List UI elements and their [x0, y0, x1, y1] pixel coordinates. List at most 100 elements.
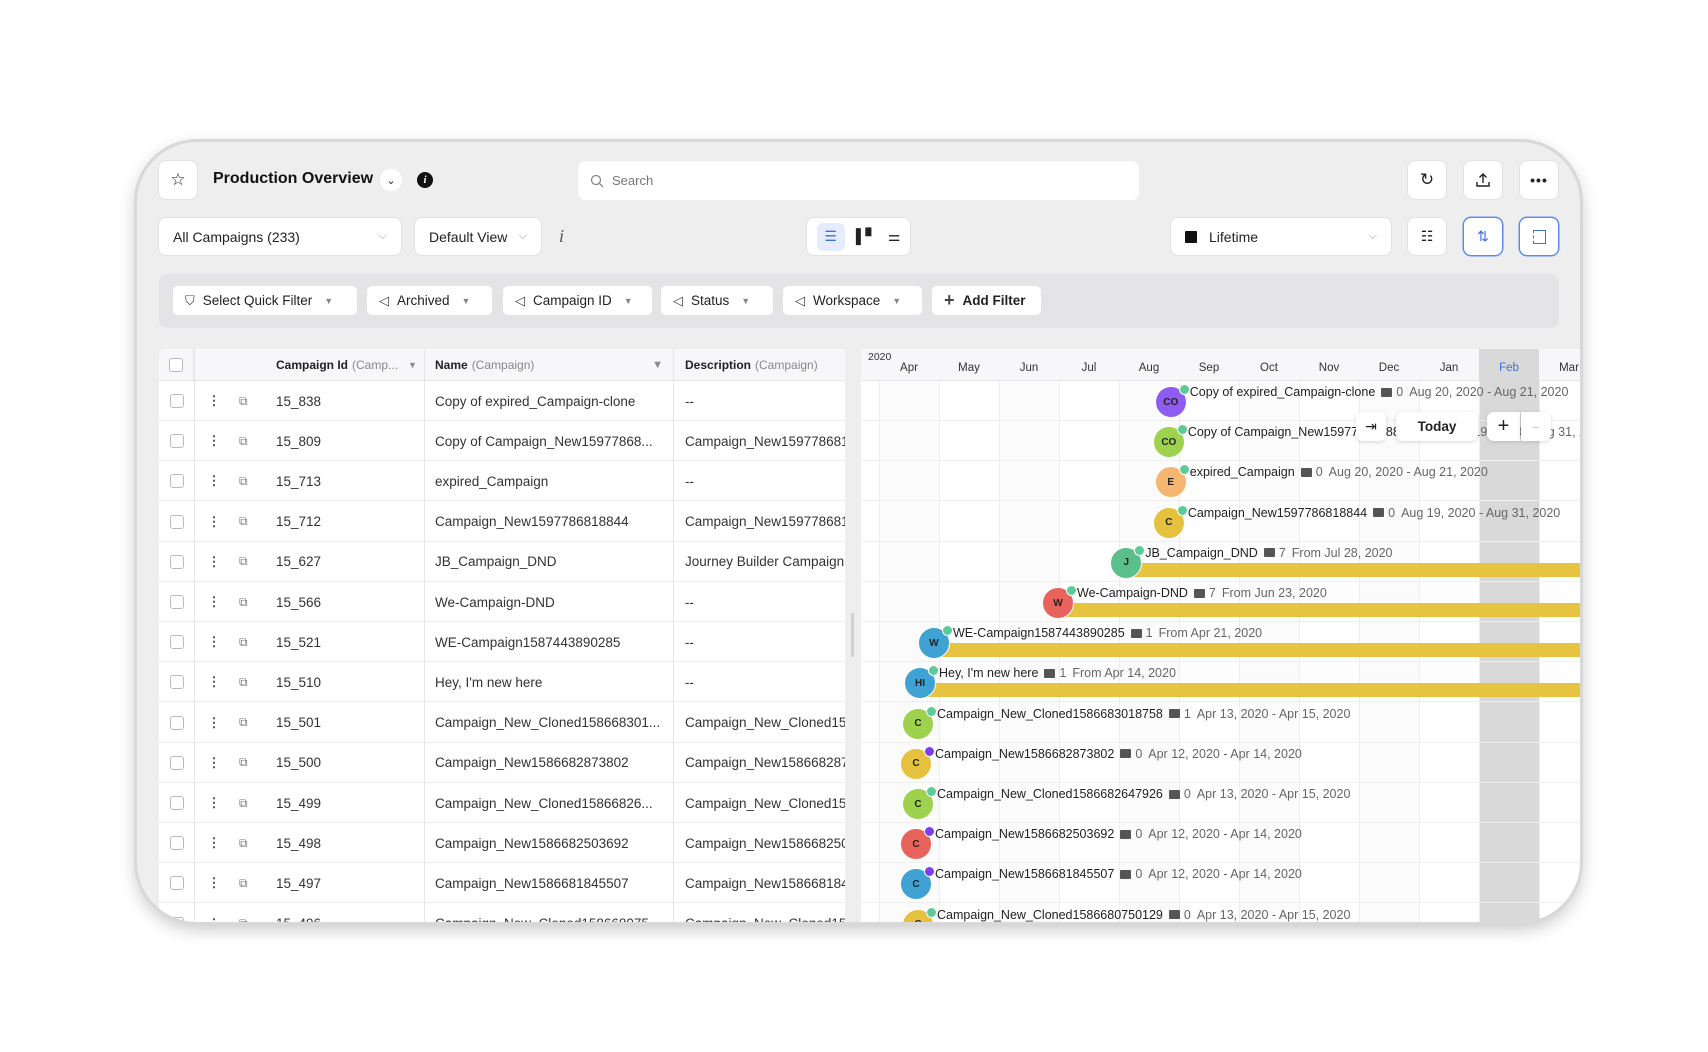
- search-input[interactable]: Search: [578, 161, 1139, 200]
- column-header-campaign-id[interactable]: Campaign Id (Camp... ▼: [276, 349, 424, 381]
- view-select[interactable]: Default View ⌵: [415, 218, 541, 255]
- campaign-label[interactable]: JB_Campaign_DND 7 From Jul 28, 2020: [1145, 546, 1392, 560]
- row-menu-button[interactable]: ⋮: [207, 542, 221, 582]
- campaign-avatar[interactable]: J: [1110, 544, 1146, 579]
- cell-name[interactable]: JB_Campaign_DND: [435, 542, 671, 582]
- table-row[interactable]: ⋮ ⧉ 15_500 Campaign_New1586682873802 Campaig…: [159, 743, 845, 783]
- filter-chip-archived[interactable]: ◁ Archived ▼: [367, 286, 492, 315]
- open-campaign-button[interactable]: ⧉: [239, 863, 257, 903]
- campaign-avatar[interactable]: W: [1042, 585, 1077, 619]
- campaign-select[interactable]: All Campaigns (233) ⌵: [159, 218, 401, 255]
- row-checkbox[interactable]: [169, 876, 184, 891]
- settings-view-button[interactable]: ⚌: [888, 228, 901, 245]
- cell-name[interactable]: Campaign_New1586682873802: [435, 743, 671, 783]
- campaign-avatar[interactable]: C: [900, 826, 935, 861]
- campaign-avatar[interactable]: C: [902, 786, 937, 820]
- row-checkbox[interactable]: [169, 394, 184, 408]
- row-menu-button[interactable]: ⋮: [207, 823, 221, 863]
- table-row[interactable]: ⋮ ⧉ 15_496 Campaign_New_Cloned158668075... C…: [159, 904, 845, 922]
- panel-resize-handle[interactable]: [851, 613, 854, 657]
- list-view-button[interactable]: ☰: [816, 222, 845, 251]
- row-checkbox[interactable]: [169, 595, 184, 609]
- campaign-label[interactable]: WE-Campaign1587443890285 1 From Apr 21, 20…: [953, 626, 1262, 640]
- date-range-select[interactable]: Lifetime ⌵: [1171, 218, 1391, 255]
- row-checkbox[interactable]: [169, 916, 184, 922]
- more-options-button[interactable]: •••: [1520, 161, 1558, 199]
- filter-chip-add-filter[interactable]: + Add Filter: [932, 286, 1041, 315]
- cell-name[interactable]: Campaign_New1597786818844: [435, 502, 671, 542]
- open-campaign-button[interactable]: ⧉: [239, 421, 257, 461]
- cell-name[interactable]: Copy of Campaign_New15977868...: [435, 421, 671, 461]
- campaign-avatar[interactable]: C: [900, 745, 935, 780]
- filter-chip-status[interactable]: ◁ Status ▼: [661, 286, 773, 315]
- cell-name[interactable]: Campaign_New_Cloned15866826...: [435, 783, 671, 823]
- campaign-avatar[interactable]: C: [1152, 504, 1188, 539]
- open-campaign-button[interactable]: ⧉: [239, 582, 257, 622]
- row-menu-button[interactable]: ⋮: [207, 582, 221, 622]
- scroll-to-start-button[interactable]: ⇥: [1356, 412, 1386, 441]
- cell-name[interactable]: expired_Campaign: [435, 461, 671, 501]
- open-campaign-button[interactable]: ⧉: [239, 703, 257, 743]
- table-row[interactable]: ⋮ ⧉ 15_521 WE-Campaign1587443890285 --: [159, 622, 845, 663]
- cell-name[interactable]: Campaign_New_Cloned158668301...: [435, 703, 671, 743]
- open-campaign-button[interactable]: ⧉: [239, 461, 257, 501]
- cell-name[interactable]: Hey, I'm new here: [435, 662, 671, 702]
- select-all-checkbox[interactable]: [169, 357, 183, 372]
- cell-name[interactable]: Campaign_New_Cloned158668075...: [435, 904, 671, 922]
- row-checkbox[interactable]: [169, 434, 184, 449]
- table-row[interactable]: ⋮ ⧉ 15_712 Campaign_New1597786818844 Campaig…: [159, 502, 845, 542]
- row-checkbox[interactable]: [169, 474, 184, 489]
- campaign-avatar[interactable]: CO: [1152, 424, 1188, 459]
- campaign-avatar[interactable]: E: [1154, 464, 1190, 499]
- info-icon[interactable]: i: [417, 172, 433, 188]
- open-campaign-button[interactable]: ⧉: [239, 662, 257, 702]
- favorite-button[interactable]: ☆: [159, 161, 197, 199]
- campaign-avatar[interactable]: C: [902, 705, 937, 740]
- campaign-label[interactable]: expired_Campaign 0 Aug 20, 2020 - Aug 21, …: [1190, 465, 1488, 479]
- campaign-label[interactable]: Campaign_New_Cloned1586682647926 0 Apr 13,…: [937, 787, 1350, 801]
- campaign-label[interactable]: Campaign_New1586682873802 0 Apr 12, 2020 -…: [935, 747, 1302, 761]
- row-menu-button[interactable]: ⋮: [207, 703, 221, 743]
- row-menu-button[interactable]: ⋮: [207, 863, 221, 903]
- table-row[interactable]: ⋮ ⧉ 15_627 JB_Campaign_DND Journey Builder C…: [159, 542, 845, 582]
- table-row[interactable]: ⋮ ⧉ 15_809 Copy of Campaign_New15977868... C…: [159, 421, 845, 462]
- row-menu-button[interactable]: ⋮: [207, 904, 221, 922]
- campaign-duration-bar[interactable]: [934, 643, 1580, 658]
- campaign-label[interactable]: Copy of expired_Campaign-clone 0 Aug 20, 2…: [1190, 385, 1569, 399]
- row-checkbox[interactable]: [169, 715, 184, 730]
- row-checkbox[interactable]: [169, 755, 184, 770]
- row-menu-button[interactable]: ⋮: [207, 381, 221, 421]
- cell-name[interactable]: WE-Campaign1587443890285: [435, 622, 671, 662]
- row-menu-button[interactable]: ⋮: [207, 461, 221, 501]
- open-campaign-button[interactable]: ⧉: [239, 783, 257, 823]
- table-row[interactable]: ⋮ ⧉ 15_510 Hey, I'm new here --: [159, 662, 845, 703]
- campaign-label[interactable]: Campaign_New1597786818844 0 Aug 19, 2020 -…: [1188, 506, 1560, 520]
- row-checkbox[interactable]: [169, 796, 184, 810]
- filter-chip-campaign-id[interactable]: ◁ Campaign ID ▼: [503, 286, 652, 315]
- open-campaign-button[interactable]: ⧉: [239, 743, 257, 783]
- row-checkbox[interactable]: [169, 635, 184, 650]
- column-header-description[interactable]: Description (Campaign): [673, 349, 845, 381]
- sort-button[interactable]: ⇅: [1464, 218, 1502, 255]
- cell-name[interactable]: Campaign_New1586682503692: [435, 823, 671, 863]
- row-menu-button[interactable]: ⋮: [207, 662, 221, 702]
- campaign-avatar[interactable]: W: [918, 625, 953, 660]
- row-menu-button[interactable]: ⋮: [207, 743, 221, 783]
- cell-name[interactable]: Copy of expired_Campaign-clone: [435, 381, 671, 421]
- table-row[interactable]: ⋮ ⧉ 15_501 Campaign_New_Cloned158668301... C…: [159, 703, 845, 743]
- campaign-duration-bar[interactable]: [1126, 562, 1580, 577]
- row-menu-button[interactable]: ⋮: [207, 783, 221, 823]
- view-info-icon[interactable]: i: [559, 226, 564, 247]
- row-menu-button[interactable]: ⋮: [207, 421, 221, 461]
- campaign-duration-bar[interactable]: [920, 683, 1580, 698]
- board-view-button[interactable]: ▌▘: [856, 228, 877, 245]
- campaign-label[interactable]: We-Campaign-DND 7 From Jun 23, 2020: [1077, 586, 1327, 600]
- open-campaign-button[interactable]: ⧉: [239, 381, 257, 421]
- row-checkbox[interactable]: [169, 514, 184, 529]
- open-campaign-button[interactable]: ⧉: [239, 502, 257, 542]
- cell-name[interactable]: Campaign_New1586681845507: [435, 863, 671, 903]
- column-settings-button[interactable]: ☷: [1408, 218, 1446, 255]
- cell-name[interactable]: We-Campaign-DND: [435, 582, 671, 622]
- open-campaign-button[interactable]: ⧉: [239, 622, 257, 662]
- row-checkbox[interactable]: [169, 836, 184, 851]
